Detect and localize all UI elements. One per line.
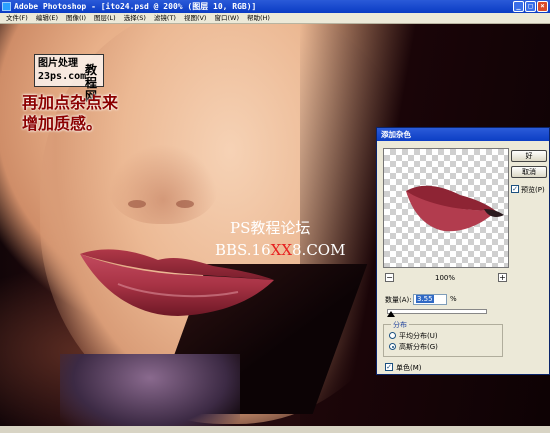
menu-layer[interactable]: 图层(L) — [91, 13, 119, 24]
uniform-radio[interactable] — [389, 332, 396, 339]
gaussian-label: 高斯分布(G) — [399, 343, 438, 351]
monochrome-checkbox[interactable]: ✓ — [385, 363, 393, 371]
ok-button[interactable]: 好 — [511, 150, 547, 162]
left-nostril — [128, 200, 146, 208]
zoom-out-button[interactable]: − — [385, 273, 394, 282]
zoom-in-button[interactable]: + — [498, 273, 507, 282]
dialog-title: 添加杂色 — [377, 128, 549, 141]
menu-image[interactable]: 图像(I) — [63, 13, 89, 24]
menu-filter[interactable]: 滤镜(T) — [151, 13, 179, 24]
menu-bar: 文件(F) 编辑(E) 图像(I) 图层(L) 选择(S) 滤镜(T) 视图(V… — [0, 13, 550, 24]
url-highlight: XX — [270, 241, 293, 259]
window-controls: _ □ × — [513, 1, 548, 12]
site-logo: 图片处理 23ps.com 教程网 — [34, 54, 104, 103]
preview-label: 预览(P) — [521, 186, 545, 194]
amount-input[interactable]: 3.55 — [413, 294, 447, 305]
uniform-label: 平均分布(U) — [399, 332, 438, 340]
preview-checkbox[interactable]: ✓ — [511, 185, 519, 193]
url-prefix: BBS.16 — [215, 241, 271, 259]
right-nostril — [176, 200, 194, 208]
close-button[interactable]: × — [537, 1, 548, 12]
forum-watermark-url: BBS.16XX8.COM — [215, 241, 345, 259]
note-line1: 再加点杂点来 — [22, 93, 119, 112]
amount-slider[interactable] — [387, 309, 487, 314]
photoshop-app-icon — [2, 2, 11, 11]
preview-lips — [406, 185, 504, 232]
menu-view[interactable]: 视图(V) — [181, 13, 210, 24]
window-title: Adobe Photoshop - [ito24.psd @ 200% (图层 … — [14, 2, 257, 11]
amount-label: 数量(A): — [385, 296, 412, 304]
amount-slider-thumb[interactable] — [386, 311, 395, 317]
zoom-level: 100% — [435, 274, 456, 282]
distribution-label: 分布 — [391, 320, 409, 330]
tutorial-note: 再加点杂点来 增加质感。 — [22, 92, 118, 134]
menu-select[interactable]: 选择(S) — [121, 13, 149, 24]
amount-value: 3.55 — [416, 295, 434, 303]
menu-help[interactable]: 帮助(H) — [244, 13, 273, 24]
add-noise-dialog: 添加杂色 好 取消 ✓ 预览(P) − 100% + 数量(A): 3.55 %… — [376, 127, 550, 375]
title-bar: Adobe Photoshop - [ito24.psd @ 200% (图层 … — [0, 0, 550, 13]
menu-file[interactable]: 文件(F) — [3, 13, 31, 24]
cancel-button[interactable]: 取消 — [511, 166, 547, 178]
note-line2: 增加质感。 — [22, 114, 103, 133]
minimize-button[interactable]: _ — [513, 1, 524, 12]
maximize-button[interactable]: □ — [525, 1, 536, 12]
forum-watermark-title: PS教程论坛 — [230, 219, 311, 237]
url-suffix: 8.COM — [292, 241, 346, 259]
menu-window[interactable]: 窗口(W) — [211, 13, 242, 24]
gaussian-radio[interactable] — [389, 343, 396, 350]
monochrome-label: 单色(M) — [396, 364, 422, 372]
status-bar — [0, 426, 550, 433]
filter-preview[interactable] — [383, 148, 509, 268]
neck-shadow — [60, 354, 240, 433]
menu-edit[interactable]: 编辑(E) — [33, 13, 61, 24]
nose — [108, 144, 218, 224]
amount-unit: % — [450, 295, 457, 303]
